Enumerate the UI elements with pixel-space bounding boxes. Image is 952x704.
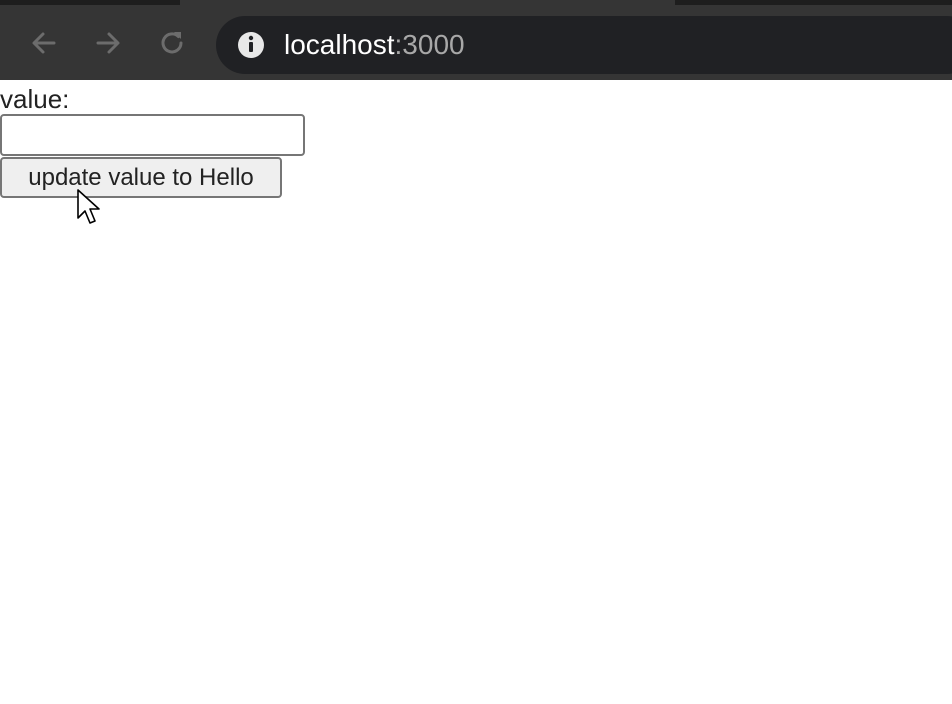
reload-icon — [161, 32, 183, 54]
browser-toolbar: localhost:3000 — [0, 0, 952, 80]
forward-button[interactable] — [88, 23, 128, 63]
url-host: localhost — [284, 29, 395, 60]
update-value-button[interactable]: update value to Hello — [0, 157, 282, 198]
back-arrow-icon — [32, 32, 56, 54]
value-input[interactable] — [0, 114, 305, 156]
info-icon[interactable] — [236, 30, 266, 60]
value-label: value: — [0, 84, 70, 114]
reload-button[interactable] — [152, 23, 192, 63]
mouse-cursor-icon — [77, 189, 100, 224]
url-port: :3000 — [394, 29, 465, 60]
url-text[interactable]: localhost:3000 — [284, 27, 465, 63]
back-button[interactable] — [24, 23, 64, 63]
page-content: value: update value to Hello — [0, 80, 952, 704]
tab-strip — [180, 0, 675, 5]
forward-arrow-icon — [96, 32, 120, 54]
